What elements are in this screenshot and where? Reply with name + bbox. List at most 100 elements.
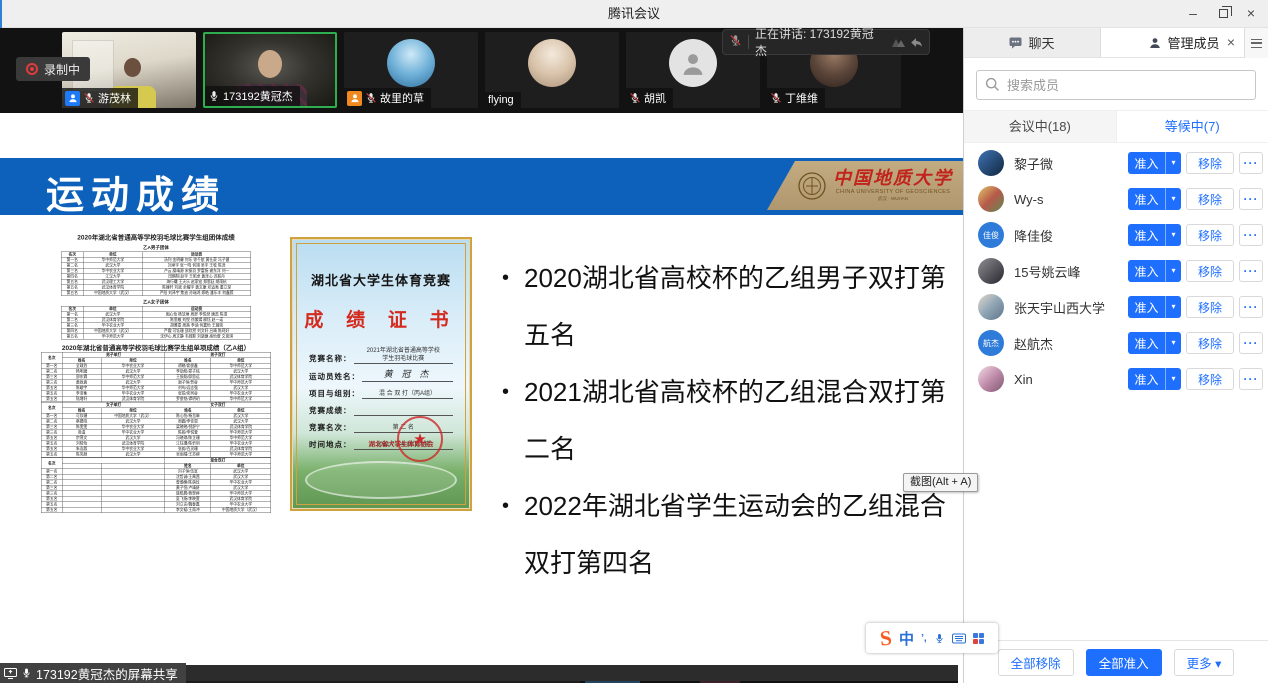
chevron-down-icon[interactable]: ▾ [1165, 152, 1181, 174]
table-caption-women-team: 乙A女子团体 [36, 299, 276, 306]
panel-menu-button[interactable] [1244, 28, 1268, 58]
achievement-bullets: 2020湖北省高校杯的乙组男子双打第五名 2021湖北省高校杯的乙组混合双打第二… [500, 250, 955, 592]
member-management-panel: 聊天 管理成员 ··· × 会议中(18) 等候中(7) 黎子微准入▾移除···… [963, 28, 1268, 683]
annotation-arrows[interactable] [891, 35, 923, 49]
admit-button[interactable]: 准入▾ [1128, 224, 1181, 246]
certificate-field-label: 项目与组别： [309, 388, 360, 399]
sogou-logo-icon[interactable]: S [879, 625, 893, 651]
row-more-button[interactable]: ··· [1239, 260, 1263, 282]
table-title-team: 2020年湖北省普通高等学校羽毛球比赛学生组团体成绩 [36, 232, 276, 242]
recording-indicator: 录制中 [16, 57, 90, 81]
member-name: 黎子微 [1014, 154, 1053, 173]
admit-button[interactable]: 准入▾ [1128, 368, 1181, 390]
member-icon [1149, 37, 1161, 49]
subtab-in-meeting[interactable]: 会议中(18) [964, 111, 1117, 142]
tab-chat[interactable]: 聊天 [964, 28, 1101, 57]
certificate: 湖北省大学生体育竞赛 成 绩 证 书 竞赛名称：2021年湖北省普通高等学校 学… [290, 237, 472, 511]
participant-name: flying [488, 94, 514, 106]
search-icon [985, 77, 1000, 97]
remove-button[interactable]: 移除 [1186, 296, 1234, 318]
remove-all-button[interactable]: 全部移除 [998, 649, 1074, 676]
remove-button[interactable]: 移除 [1186, 152, 1234, 174]
remove-button[interactable]: 移除 [1186, 224, 1234, 246]
admit-button[interactable]: 准入▾ [1128, 152, 1181, 174]
mic-muted-icon [770, 92, 782, 104]
screen-share-label: 173192黄冠杰的屏幕共享 [0, 663, 186, 683]
tab-manage-members[interactable]: 管理成员 [1101, 28, 1268, 57]
window-title: 腾讯会议 [0, 0, 1268, 28]
certificate-org-title: 湖北省大学生体育竞赛 [297, 270, 465, 289]
certificate-seal-icon: ★ [397, 416, 443, 462]
participant-avatar [669, 39, 717, 87]
ime-toolbar[interactable]: S 中 ’, [866, 623, 998, 653]
bullet-item: 2022年湖北省学生运动会的乙组混合双打第四名 [500, 478, 955, 592]
chevron-down-icon[interactable]: ▾ [1165, 188, 1181, 210]
certificate-field: 竞赛名称：2021年湖北省普通高等学校 学生羽毛球比赛 [309, 348, 453, 364]
record-dot-icon [26, 63, 38, 75]
mountains-icon [891, 35, 907, 49]
panel-footer: 全部移除 全部准入 更多 ▾ [964, 640, 1268, 683]
ime-language-toggle[interactable]: 中 [899, 628, 914, 649]
slide-title: 运动成绩 [46, 164, 226, 219]
row-more-button[interactable]: ··· [1239, 296, 1263, 318]
maximize-restore-button[interactable] [1208, 0, 1238, 28]
row-more-button[interactable]: ··· [1239, 152, 1263, 174]
certificate-field-value: 2021年湖北省普通高等学校 学生羽毛球比赛 [354, 348, 454, 364]
admit-button[interactable]: 准入▾ [1128, 260, 1181, 282]
ime-toolbox-icon[interactable] [973, 633, 984, 644]
women-team-table: 名次单位运动员第一名武汉大学图心怡 杨慧琳 周舒 李悦然 唐蕊 陈语第二名武汉体… [61, 306, 251, 340]
ime-voice-icon[interactable] [934, 632, 945, 645]
chevron-down-icon[interactable]: ▾ [1165, 260, 1181, 282]
admit-button[interactable]: 准入▾ [1128, 296, 1181, 318]
admit-label: 准入 [1128, 371, 1165, 388]
admit-button[interactable]: 准入▾ [1128, 332, 1181, 354]
bullet-item: 2020湖北省高校杯的乙组男子双打第五名 [500, 250, 955, 364]
admit-label: 准入 [1128, 335, 1165, 352]
mic-muted-icon [83, 92, 95, 104]
share-label-text: 173192黄冠杰的屏幕共享 [36, 664, 178, 683]
screen-share-icon [4, 668, 17, 679]
participant-name: 173192黄冠杰 [223, 88, 293, 104]
video-tile-4[interactable]: flying [485, 32, 619, 108]
remove-button[interactable]: 移除 [1186, 260, 1234, 282]
mic-muted-icon [729, 34, 742, 50]
shared-screen-area: 游茂林173192黄冠杰故里的草flying胡凯丁维维 录制中 正在讲话: 17… [0, 28, 963, 683]
chevron-down-icon[interactable]: ▾ [1165, 224, 1181, 246]
row-more-button[interactable]: ··· [1239, 188, 1263, 210]
tab-chat-label: 聊天 [1028, 33, 1054, 52]
chevron-down-icon[interactable]: ▾ [1165, 332, 1181, 354]
remove-button[interactable]: 移除 [1186, 368, 1234, 390]
more-button[interactable]: 更多 ▾ [1174, 649, 1235, 676]
panel-more-button[interactable]: ··· [1197, 28, 1221, 58]
row-more-button[interactable]: ··· [1239, 332, 1263, 354]
certificate-field-label: 竞赛名次： [309, 422, 352, 433]
remove-button[interactable]: 移除 [1186, 332, 1234, 354]
panel-header: 聊天 管理成员 ··· × [964, 28, 1268, 58]
member-row-2: Wy-s准入▾移除··· [964, 181, 1268, 217]
mic-muted-icon [365, 92, 377, 104]
tencent-meeting-window: 腾讯会议 – × 游茂林173192黄冠杰故里的草flying胡凯丁维维 录制中… [0, 0, 1268, 683]
certificate-field-value: 混 合 双 打（丙A组） [362, 391, 453, 400]
row-more-button[interactable]: ··· [1239, 368, 1263, 390]
orange-role-badge-icon [347, 91, 362, 106]
admit-button[interactable]: 准入▾ [1128, 188, 1181, 210]
close-button[interactable]: × [1236, 0, 1266, 28]
video-tile-3[interactable]: 故里的草 [344, 32, 478, 108]
ime-keyboard-icon[interactable] [952, 633, 966, 644]
video-tile-2[interactable]: 173192黄冠杰 [203, 32, 337, 108]
remove-button[interactable]: 移除 [1186, 188, 1234, 210]
ime-punctuation-toggle[interactable]: ’, [921, 633, 927, 644]
university-campus: 武汉 · WUHAN [833, 196, 953, 202]
minimize-button[interactable]: – [1178, 0, 1208, 28]
chevron-down-icon[interactable]: ▾ [1165, 368, 1181, 390]
search-input[interactable] [976, 70, 1256, 100]
reply-arrow-icon [909, 36, 923, 49]
recording-label: 录制中 [44, 61, 80, 78]
person-graphic [258, 50, 282, 78]
member-avatar [978, 258, 1004, 284]
subtab-waiting[interactable]: 等候中(7) [1117, 111, 1268, 142]
admit-all-button[interactable]: 全部准入 [1086, 649, 1162, 676]
chevron-down-icon[interactable]: ▾ [1165, 296, 1181, 318]
panel-close-button[interactable]: × [1220, 28, 1242, 58]
row-more-button[interactable]: ··· [1239, 224, 1263, 246]
